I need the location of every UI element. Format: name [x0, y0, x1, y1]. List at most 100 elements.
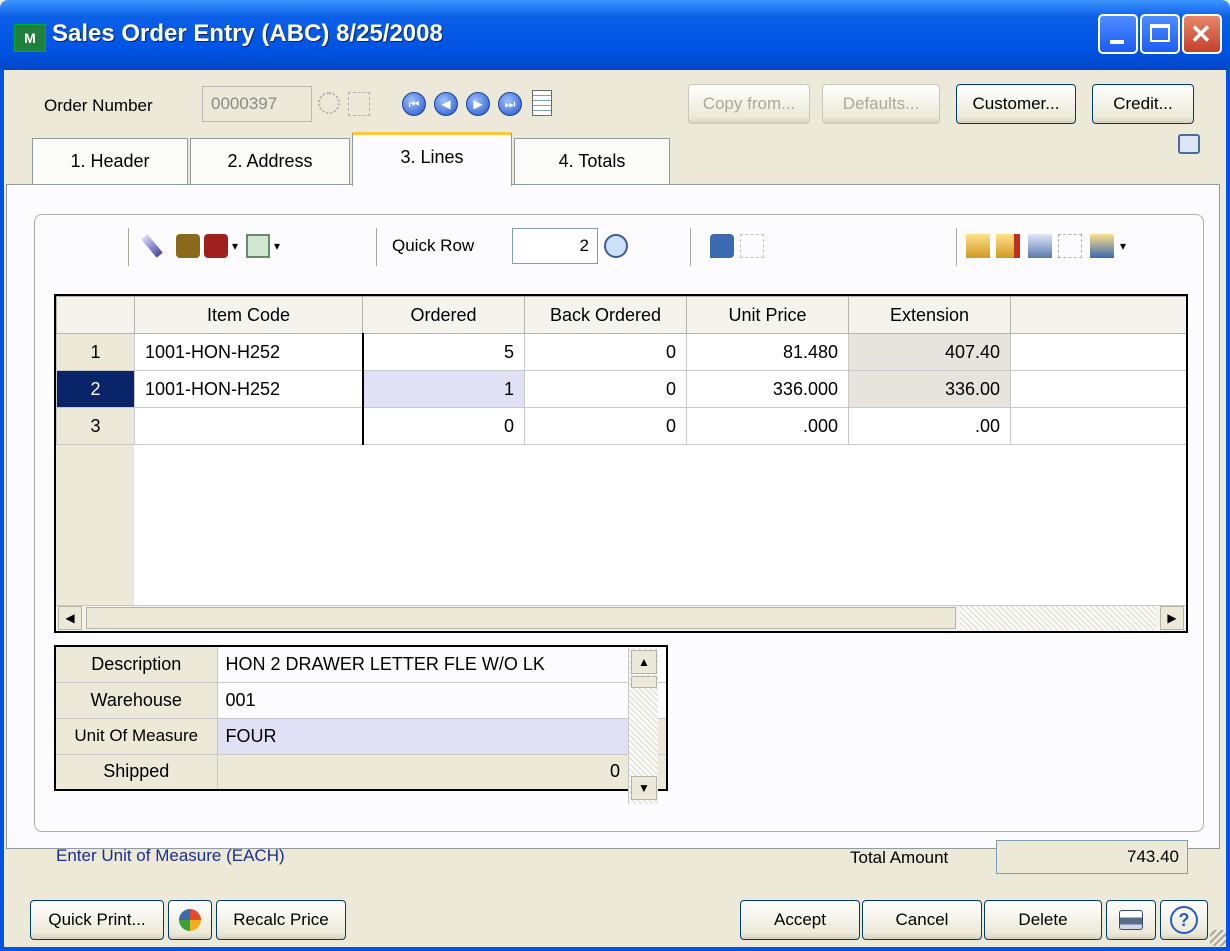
scrollbar-track[interactable]	[960, 606, 1156, 630]
warehouse-field[interactable]: 001	[216, 681, 668, 719]
printer-small-icon[interactable]	[1178, 134, 1200, 154]
scroll-left-icon[interactable]: ◀	[58, 606, 82, 630]
close-icon: ✕	[1190, 19, 1212, 49]
minimize-icon	[1110, 40, 1124, 44]
quick-row-input[interactable]: 2	[512, 228, 598, 264]
next-record-icon[interactable]: ▶	[466, 92, 490, 116]
description-field[interactable]: HON 2 DRAWER LETTER FLE W/O LK	[216, 645, 668, 683]
extension-cell: 407.40	[848, 333, 1011, 371]
search-icon[interactable]	[604, 234, 628, 258]
close-button[interactable]: ✕	[1182, 14, 1222, 54]
pie-chart-icon	[179, 909, 201, 931]
lookup-icon[interactable]	[318, 92, 340, 114]
help-icon: ?	[1170, 906, 1198, 934]
status-message: Enter Unit of Measure (EACH)	[56, 846, 285, 865]
last-record-icon[interactable]: ⏭	[498, 92, 522, 116]
unit-of-measure-field[interactable]: FOUR	[216, 717, 630, 755]
table-row[interactable]: 1 1001-HON-H252 5 0 81.480 407.40	[56, 333, 1186, 371]
unit-price-cell[interactable]: 81.480	[686, 333, 849, 371]
previous-record-icon[interactable]: ◀	[434, 92, 458, 116]
tab-header[interactable]: 1. Header	[32, 138, 188, 184]
row-number[interactable]: 2	[56, 370, 135, 408]
new-record-icon[interactable]	[348, 92, 370, 116]
defaults-button[interactable]: Defaults...	[822, 84, 940, 124]
toolbar-separator	[690, 228, 691, 266]
minimize-button[interactable]	[1098, 14, 1138, 54]
delete-line-icon[interactable]	[996, 234, 1020, 258]
maximize-button[interactable]	[1140, 14, 1180, 54]
column-header-back-ordered[interactable]: Back Ordered	[524, 296, 687, 334]
help-button[interactable]: ?	[1160, 900, 1208, 940]
insert-line-icon[interactable]	[966, 234, 990, 258]
line-options-icon[interactable]	[1090, 234, 1114, 258]
shipped-field[interactable]: 0	[216, 753, 668, 791]
scroll-down-icon[interactable]: ▼	[631, 776, 657, 800]
sales-order-window: M Sales Order Entry (ABC) 8/25/2008 ✕ Or…	[0, 0, 1230, 951]
cancel-button[interactable]: Cancel	[862, 900, 982, 940]
scrollbar-thumb[interactable]	[631, 676, 657, 688]
comment-cell[interactable]	[1010, 370, 1186, 408]
column-header-unit-price[interactable]: Unit Price	[686, 296, 849, 334]
horizontal-scrollbar[interactable]: ◀ ▶	[56, 605, 1186, 631]
print-button[interactable]	[1106, 900, 1156, 940]
column-header-item-code[interactable]: Item Code	[134, 296, 363, 334]
comment-icon[interactable]	[710, 234, 734, 258]
tab-lines[interactable]: 3. Lines	[352, 132, 512, 186]
maximize-icon	[1150, 24, 1170, 42]
detail-vertical-scrollbar[interactable]: ▲ ▼	[628, 648, 658, 804]
customer-button[interactable]: Customer...	[956, 84, 1076, 124]
ordered-cell[interactable]: 0	[362, 407, 525, 445]
column-header-extension[interactable]: Extension	[848, 296, 1011, 334]
item-lookup-icon[interactable]	[246, 234, 270, 258]
comment-cell[interactable]	[1010, 333, 1186, 371]
scroll-right-icon[interactable]: ▶	[1160, 606, 1184, 630]
ordered-cell[interactable]: 1	[362, 370, 525, 408]
comment-cell[interactable]	[1010, 407, 1186, 445]
back-ordered-cell[interactable]: 0	[524, 333, 687, 371]
item-code-cell[interactable]	[134, 407, 364, 445]
binoculars-icon[interactable]	[176, 234, 200, 258]
scrollbar-thumb[interactable]	[86, 607, 956, 629]
move-line-icon[interactable]	[1028, 234, 1052, 258]
chevron-down-icon[interactable]: ▾	[274, 234, 286, 258]
column-header-comment[interactable]: Co	[1010, 296, 1186, 334]
title-bar[interactable]: M Sales Order Entry (ABC) 8/25/2008 ✕	[0, 0, 1230, 70]
binoculars-red-icon[interactable]	[204, 234, 228, 258]
chevron-down-icon[interactable]: ▾	[1120, 234, 1132, 258]
accept-button[interactable]: Accept	[740, 900, 860, 940]
ordered-cell[interactable]: 5	[362, 333, 525, 371]
tab-address[interactable]: 2. Address	[190, 138, 350, 184]
back-ordered-cell[interactable]: 0	[524, 407, 687, 445]
first-record-icon[interactable]: ⏮	[402, 92, 426, 116]
resize-grip-icon[interactable]	[1210, 930, 1226, 946]
item-code-cell[interactable]: 1001-HON-H252	[134, 333, 364, 371]
scroll-up-icon[interactable]: ▲	[631, 650, 657, 674]
unit-price-cell[interactable]: .000	[686, 407, 849, 445]
chevron-down-icon[interactable]: ▾	[232, 234, 244, 258]
grid-corner	[56, 296, 135, 334]
renumber-disabled-icon	[1058, 234, 1082, 258]
row-number[interactable]: 1	[56, 333, 135, 371]
row-number[interactable]: 3	[56, 407, 135, 445]
recalc-price-button[interactable]: Recalc Price	[216, 900, 346, 940]
copy-from-button[interactable]: Copy from...	[688, 84, 810, 124]
back-ordered-cell[interactable]: 0	[524, 370, 687, 408]
extension-cell: .00	[848, 407, 1011, 445]
credit-button[interactable]: Credit...	[1092, 84, 1194, 124]
memo-icon[interactable]	[532, 90, 552, 116]
comment-disabled-icon	[740, 234, 764, 258]
unit-price-cell[interactable]: 336.000	[686, 370, 849, 408]
line-detail-panel: Description HON 2 DRAWER LETTER FLE W/O …	[54, 645, 669, 791]
warehouse-label: Warehouse	[54, 681, 218, 719]
wand-icon[interactable]	[140, 234, 164, 258]
item-code-cell[interactable]: 1001-HON-H252	[134, 370, 364, 408]
quick-row-label: Quick Row	[392, 236, 475, 255]
quick-print-button[interactable]: Quick Print...	[30, 900, 164, 940]
tab-totals[interactable]: 4. Totals	[514, 138, 670, 184]
delete-button[interactable]: Delete	[984, 900, 1102, 940]
workflow-button[interactable]	[168, 900, 212, 940]
table-row[interactable]: 2 1001-HON-H252 1 0 336.000 336.00	[56, 370, 1186, 408]
table-row[interactable]: 3 0 0 .000 .00	[56, 407, 1186, 445]
column-header-ordered[interactable]: Ordered	[362, 296, 525, 334]
order-number-field[interactable]: 0000397	[202, 86, 312, 122]
